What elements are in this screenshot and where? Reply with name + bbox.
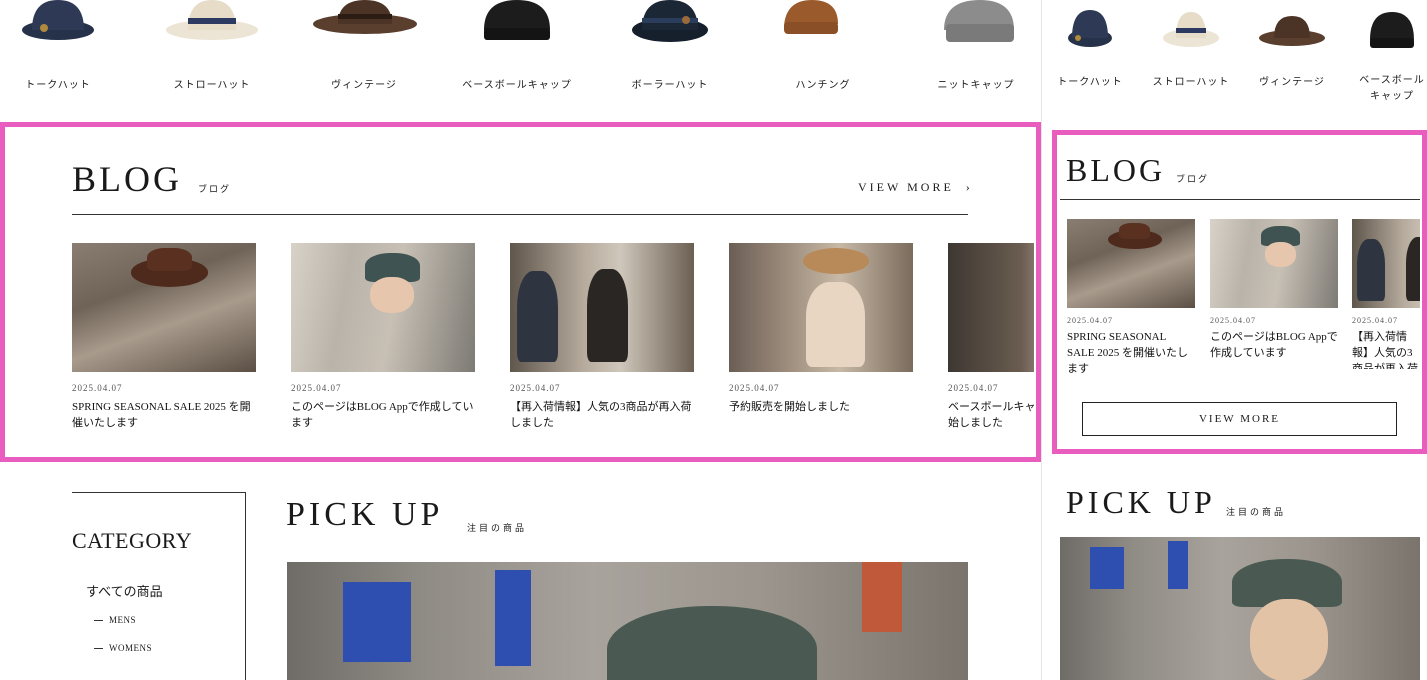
- blog-post-image[interactable]: [510, 243, 694, 372]
- straw-hat-image[interactable]: [164, 0, 260, 42]
- blog-post-image[interactable]: [72, 243, 256, 372]
- blog-divider: [1060, 199, 1420, 200]
- blog-post-title[interactable]: SPRING SEASONAL SALE 2025 を開催いたします: [72, 399, 260, 431]
- category-label-knit[interactable]: ニットキャップ: [938, 76, 1015, 91]
- category-womens-label: WOMENS: [109, 643, 152, 653]
- blog-post-title[interactable]: 予約販売を開始しました: [729, 399, 917, 415]
- category-label-bowler[interactable]: ボーラーハット: [632, 76, 709, 91]
- category-all-products-link[interactable]: すべての商品: [86, 581, 163, 600]
- baseball-cap-image[interactable]: [1368, 8, 1416, 50]
- blog-post-date: 2025.04.07: [72, 383, 123, 393]
- view-more-label: VIEW MORE: [858, 180, 954, 194]
- hunting-cap-image[interactable]: [782, 0, 840, 36]
- blog-post-title[interactable]: 【再入荷情報】人気の3商品が再入荷しました: [510, 399, 698, 431]
- category-mens-label: MENS: [109, 615, 137, 625]
- blog-post-date: 2025.04.07: [729, 383, 780, 393]
- category-title: CATEGORY: [72, 528, 193, 553]
- blog-post-title[interactable]: SPRING SEASONAL SALE 2025 を開催いたします: [1067, 329, 1195, 377]
- blog-post-image[interactable]: [1352, 219, 1420, 308]
- blog-post-date: 2025.04.07: [1067, 316, 1113, 325]
- blog-post-date: 2025.04.07: [510, 383, 561, 393]
- blog-post-image[interactable]: [1210, 219, 1338, 308]
- blog-subtitle: ブログ: [198, 184, 232, 194]
- category-label-vintage[interactable]: ヴィンテージ: [331, 76, 397, 91]
- category-label-straw[interactable]: ストローハット: [174, 76, 251, 91]
- category-mens-link[interactable]: MENS: [94, 615, 136, 625]
- blog-title: BLOG: [72, 159, 182, 199]
- blog-post-title[interactable]: 【再入荷情報】人気の3商品が再入荷しました: [1352, 329, 1420, 369]
- mobile-view-more-button[interactable]: VIEW MORE: [1082, 402, 1397, 436]
- blog-divider: [72, 214, 968, 215]
- blog-post-title[interactable]: ベースボールキャ始しました: [948, 399, 1034, 431]
- vintage-hat-image[interactable]: [1258, 12, 1326, 48]
- category-label-toque[interactable]: トークハット: [1057, 73, 1123, 88]
- blog-subtitle: ブログ: [1176, 174, 1210, 184]
- blog-post-image[interactable]: [291, 243, 475, 372]
- toque-hat-image[interactable]: [1066, 8, 1114, 50]
- blog-title: BLOG: [1066, 152, 1166, 188]
- toque-hat-image[interactable]: [18, 0, 98, 48]
- category-label-straw[interactable]: ストローハット: [1153, 73, 1230, 88]
- blog-post-title[interactable]: このページはBLOG Appで作成しています: [1210, 329, 1340, 361]
- chevron-right-icon: ›: [965, 180, 973, 194]
- category-panel-top-border: [72, 492, 246, 493]
- pickup-title: PICK UP: [286, 496, 444, 533]
- category-label-vintage[interactable]: ヴィンテージ: [1259, 73, 1325, 88]
- category-label-hunting[interactable]: ハンチング: [796, 76, 851, 91]
- blog-post-image[interactable]: [1067, 219, 1195, 308]
- bowler-hat-image[interactable]: [630, 0, 710, 44]
- blog-post-date: 2025.04.07: [1352, 316, 1398, 325]
- pickup-subtitle: 注目の商品: [467, 523, 528, 533]
- blog-post-card[interactable]: 2025.04.07 ベースボールキャ始しました: [948, 243, 1034, 443]
- pickup-hero-image[interactable]: [1060, 537, 1420, 680]
- blog-post-date: 2025.04.07: [291, 383, 342, 393]
- category-label-toque[interactable]: トークハット: [25, 76, 91, 91]
- knit-cap-image[interactable]: [940, 0, 1014, 44]
- pickup-subtitle: 注目の商品: [1226, 507, 1287, 517]
- blog-view-more-link[interactable]: VIEW MORE ›: [858, 180, 973, 195]
- blog-post-image[interactable]: [948, 243, 1034, 372]
- pickup-title: PICK UP: [1066, 484, 1216, 520]
- pickup-hero-image[interactable]: [287, 562, 968, 680]
- blog-post-date: 2025.04.07: [948, 383, 999, 393]
- straw-hat-image[interactable]: [1162, 8, 1220, 50]
- category-label-baseball[interactable]: ベースボールキャップ: [1357, 73, 1427, 105]
- blog-post-title[interactable]: このページはBLOG Appで作成しています: [291, 399, 479, 431]
- category-label-baseball[interactable]: ベースボールキャップ: [462, 76, 572, 91]
- category-womens-link[interactable]: WOMENS: [94, 643, 152, 653]
- desktop-mobile-separator: [1041, 0, 1042, 680]
- baseball-cap-image[interactable]: [480, 0, 554, 42]
- blog-post-date: 2025.04.07: [1210, 316, 1256, 325]
- vintage-hat-image[interactable]: [312, 0, 418, 36]
- blog-post-image[interactable]: [729, 243, 913, 372]
- category-panel-right-border: [245, 492, 246, 680]
- blog-post-card[interactable]: 2025.04.07 【再入荷情報】人気の3商品が再入荷しました: [1352, 219, 1420, 369]
